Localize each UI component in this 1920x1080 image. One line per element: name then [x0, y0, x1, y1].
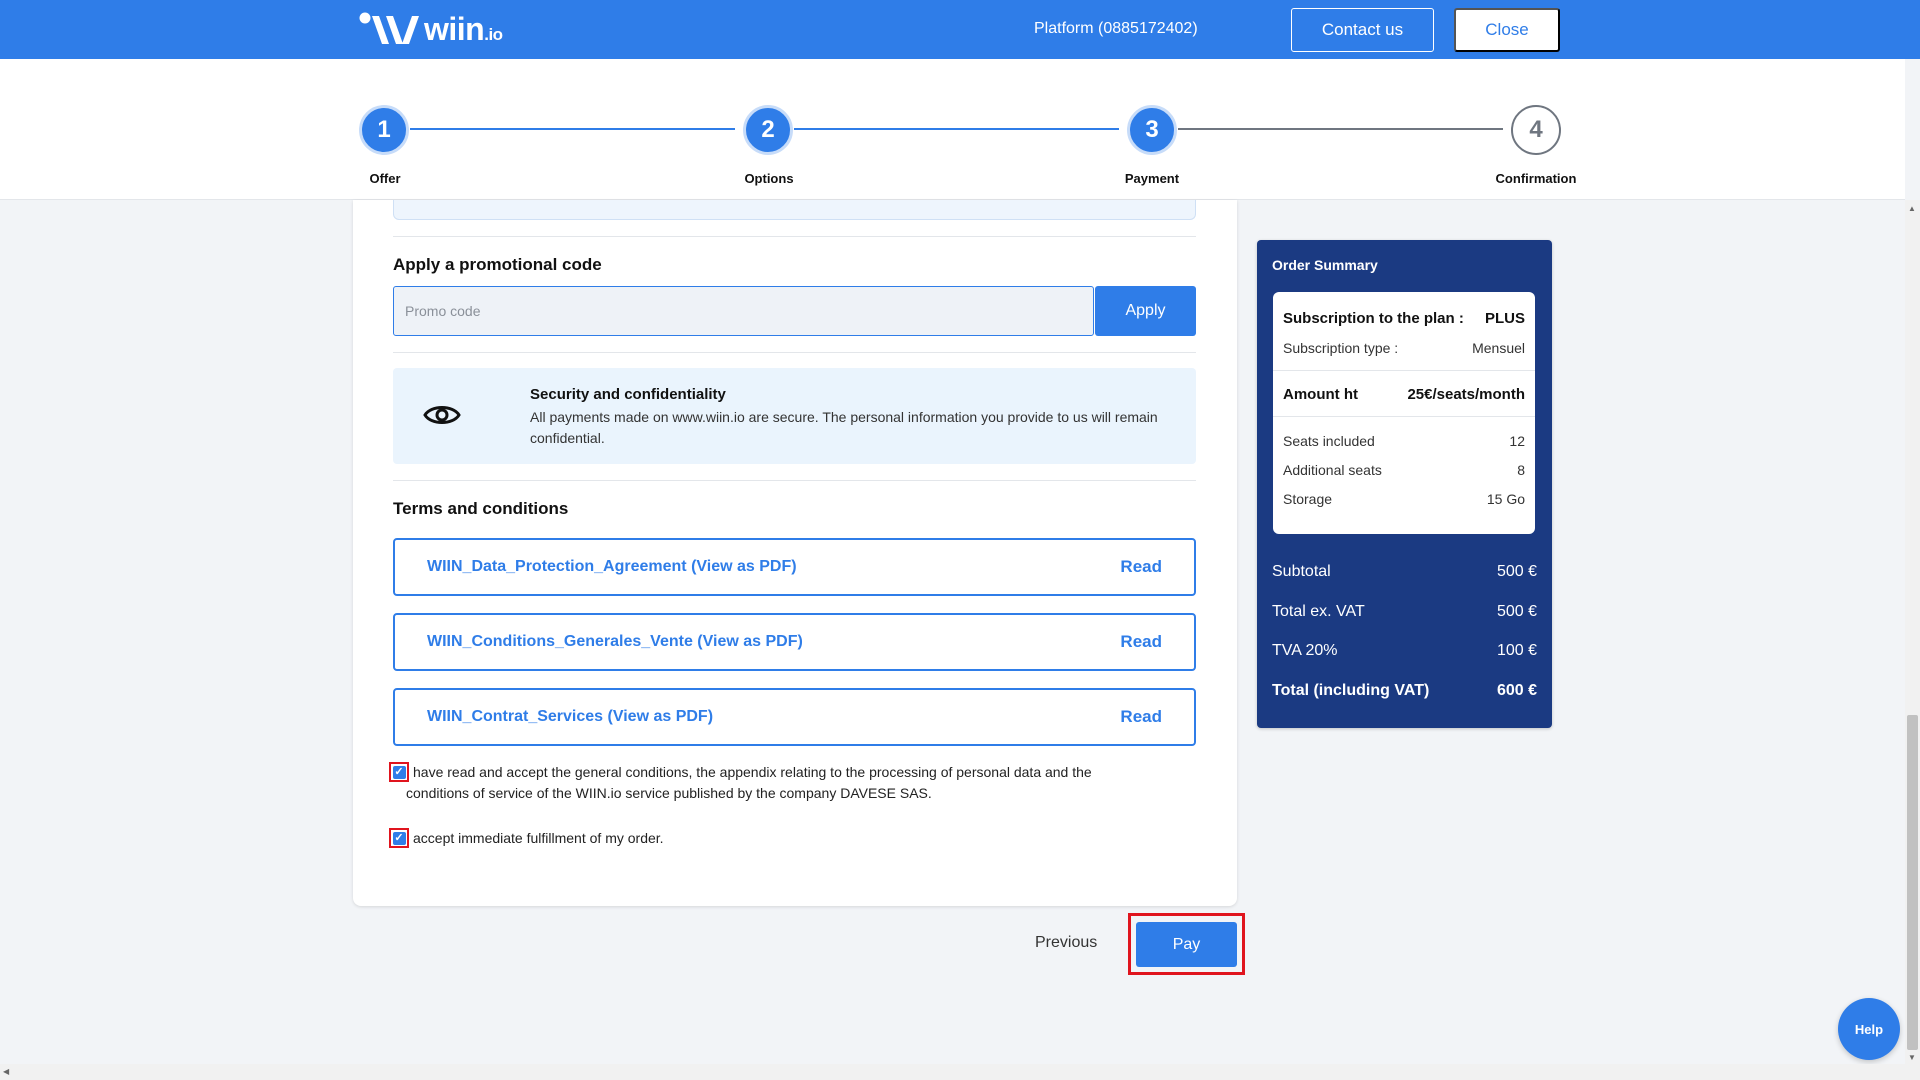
divider: [1273, 370, 1535, 371]
amount-label: Amount ht: [1283, 386, 1358, 403]
terms-doc-link[interactable]: WIIN_Data_Protection_Agreement (View as …: [427, 558, 797, 576]
divider: [393, 236, 1196, 237]
seats-included-value: 12: [1509, 433, 1525, 449]
plan-details-panel: Subscription to the plan : PLUS Subscrip…: [1273, 292, 1535, 534]
eye-icon: [423, 406, 461, 424]
step-4-circle: 4: [1511, 105, 1561, 155]
terms-section-title: Terms and conditions: [393, 499, 569, 518]
checkmark-icon: ✓: [392, 765, 406, 779]
amount-row: Amount ht 25€/seats/month: [1283, 386, 1525, 403]
security-text: All payments made on www.wiin.io are sec…: [530, 409, 1158, 446]
step-connector-1: [410, 128, 735, 130]
subtotal-row: Subtotal 500 €: [1272, 563, 1537, 581]
storage-label: Storage: [1283, 491, 1333, 507]
apply-promo-button[interactable]: Apply: [1095, 286, 1196, 336]
terms-doc-data-protection[interactable]: WIIN_Data_Protection_Agreement (View as …: [393, 538, 1196, 596]
security-title: Security and confidentiality: [530, 386, 726, 403]
step-4-label: Confirmation: [1495, 171, 1577, 186]
subscription-type-value: Mensuel: [1472, 340, 1525, 356]
pay-button[interactable]: Pay: [1136, 922, 1237, 967]
help-button[interactable]: Help: [1838, 998, 1900, 1060]
accept-conditions-text-line1: have read and accept the general conditi…: [413, 764, 1092, 780]
seats-included-label: Seats included: [1283, 433, 1375, 449]
total-incl-vat-row: Total (including VAT) 600 €: [1272, 682, 1537, 700]
step-1-circle[interactable]: 1: [359, 105, 409, 155]
step-2-label: Options: [744, 171, 794, 186]
plan-value: PLUS: [1484, 310, 1525, 327]
subscription-type-label: Subscription type :: [1283, 340, 1399, 356]
vertical-scrollbar[interactable]: ▲ ▼: [1905, 200, 1920, 1080]
plan-row: Subscription to the plan : PLUS: [1283, 310, 1525, 327]
scrollbar-thumb[interactable]: [1907, 715, 1918, 1050]
total-incl-vat-value: 600 €: [1496, 682, 1537, 699]
tva-label: TVA 20%: [1272, 642, 1338, 659]
divider: [1273, 416, 1535, 417]
wiin-logo[interactable]: wiin.io: [358, 11, 503, 48]
tva-row: TVA 20% 100 €: [1272, 642, 1537, 660]
accept-conditions-text-line2: conditions of service of the WIIN.io ser…: [406, 785, 932, 801]
promo-section-title: Apply a promotional code: [393, 255, 602, 274]
top-header: wiin.io Platform (0885172402) Contact us…: [0, 0, 1920, 59]
subtotal-label: Subtotal: [1272, 563, 1331, 580]
close-button[interactable]: Close: [1454, 8, 1560, 52]
security-notice: Security and confidentiality All payment…: [393, 368, 1196, 464]
scroll-left-arrow-icon[interactable]: ◀: [3, 1067, 9, 1076]
tva-value: 100 €: [1496, 642, 1537, 659]
scroll-down-arrow-icon[interactable]: ▼: [1908, 1053, 1916, 1062]
additional-seats-value: 8: [1517, 462, 1525, 478]
subtotal-value: 500 €: [1496, 563, 1537, 580]
divider: [393, 480, 1196, 481]
plan-label: Subscription to the plan :: [1283, 310, 1464, 327]
seats-included-row: Seats included 12: [1283, 433, 1525, 449]
accept-fulfillment-text: accept immediate fulfillment of my order…: [413, 830, 664, 846]
read-button[interactable]: Read: [1120, 557, 1162, 577]
step-3-label: Payment: [1124, 171, 1180, 186]
promo-code-input[interactable]: [393, 286, 1094, 336]
terms-doc-cgv[interactable]: WIIN_Conditions_Generales_Vente (View as…: [393, 613, 1196, 671]
step-connector-3: [1178, 128, 1503, 130]
total-ex-vat-value: 500 €: [1496, 603, 1537, 620]
read-button[interactable]: Read: [1120, 632, 1162, 652]
subscription-type-row: Subscription type : Mensuel: [1283, 340, 1525, 356]
storage-value: 15 Go: [1486, 491, 1525, 507]
step-connector-2: [794, 128, 1119, 130]
terms-doc-link[interactable]: WIIN_Contrat_Services (View as PDF): [427, 708, 713, 726]
accept-conditions-checkbox[interactable]: ✓: [389, 762, 409, 782]
scroll-up-arrow-icon[interactable]: ▲: [1908, 204, 1916, 213]
total-ex-vat-label: Total ex. VAT: [1272, 603, 1365, 620]
terms-doc-contrat[interactable]: WIIN_Contrat_Services (View as PDF) Read: [393, 688, 1196, 746]
additional-seats-label: Additional seats: [1283, 462, 1382, 478]
terms-doc-link[interactable]: WIIN_Conditions_Generales_Vente (View as…: [427, 633, 803, 651]
horizontal-scrollbar[interactable]: ◀: [0, 1064, 1905, 1080]
contact-us-button[interactable]: Contact us: [1291, 8, 1434, 52]
amount-value: 25€/seats/month: [1407, 386, 1525, 403]
total-incl-vat-label: Total (including VAT): [1272, 682, 1430, 699]
accept-fulfillment-checkbox[interactable]: ✓: [389, 828, 409, 848]
step-2-circle[interactable]: 2: [743, 105, 793, 155]
previous-panel-edge: [393, 200, 1196, 220]
divider: [393, 352, 1196, 353]
platform-label: Platform (0885172402): [1034, 20, 1198, 37]
checkmark-icon: ✓: [392, 831, 406, 845]
storage-row: Storage 15 Go: [1283, 491, 1525, 507]
additional-seats-row: Additional seats 8: [1283, 462, 1525, 478]
logo-wordmark: wiin.io: [424, 11, 503, 47]
order-summary-title: Order Summary: [1272, 257, 1378, 273]
step-3-circle[interactable]: 3: [1127, 105, 1177, 155]
read-button[interactable]: Read: [1120, 707, 1162, 727]
previous-button[interactable]: Previous: [1035, 934, 1097, 952]
step-1-label: Offer: [369, 171, 401, 186]
total-ex-vat-row: Total ex. VAT 500 €: [1272, 603, 1537, 621]
wiin-logo-mark-icon: [359, 12, 419, 44]
order-summary: Order Summary Subscription to the plan :…: [1257, 240, 1552, 728]
